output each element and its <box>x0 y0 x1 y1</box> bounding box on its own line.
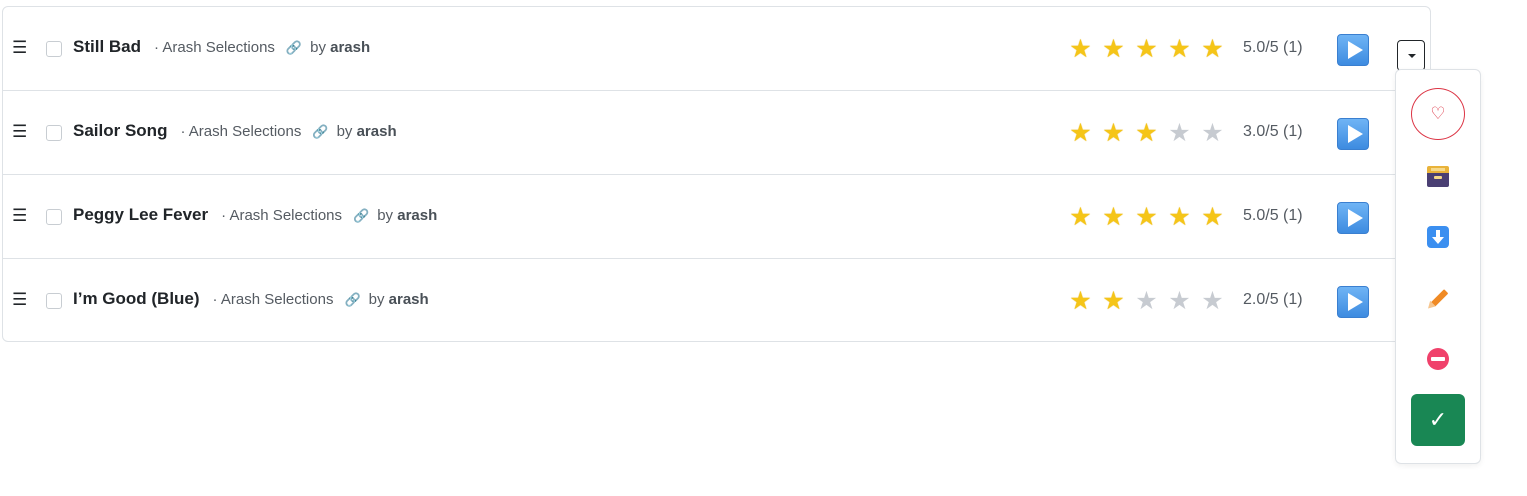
song-title[interactable]: Still Bad <box>73 37 141 57</box>
actions-dropdown-toggle[interactable] <box>1397 40 1425 71</box>
link-icon[interactable]: 🔗 <box>312 124 328 140</box>
song-author: by arash <box>377 207 437 224</box>
link-icon[interactable]: 🔗 <box>353 208 369 224</box>
song-row: ☰ Peggy Lee Fever · Arash Selections 🔗 b… <box>3 175 1430 259</box>
song-collection: · Arash Selections <box>180 123 302 140</box>
star-icon[interactable]: ★ <box>1064 203 1097 231</box>
star-icon[interactable]: ★ <box>1064 119 1097 147</box>
song-row: ☰ I’m Good (Blue) · Arash Selections 🔗 b… <box>3 259 1430 343</box>
song-row: ☰ Still Bad · Arash Selections 🔗 by aras… <box>3 7 1430 91</box>
by-prefix: by <box>336 123 353 140</box>
rating-text: 5.0/5 (1) <box>1243 39 1303 56</box>
done-button[interactable]: ✓ <box>1411 394 1465 446</box>
star-icon[interactable]: ★ <box>1130 203 1163 231</box>
song-author: by arash <box>337 123 397 140</box>
star-icon[interactable]: ★ <box>1130 287 1163 315</box>
favorite-button[interactable]: ♡ <box>1411 88 1465 140</box>
star-icon[interactable]: ★ <box>1097 287 1130 315</box>
row-checkbox[interactable] <box>46 209 62 225</box>
drag-handle-icon[interactable]: ☰ <box>12 122 27 142</box>
song-info: Peggy Lee Fever · Arash Selections 🔗 by … <box>73 205 437 225</box>
song-info: Still Bad · Arash Selections 🔗 by arash <box>73 37 370 57</box>
star-rating: ★ ★ ★ ★ ★ <box>1064 119 1229 147</box>
no-entry-icon <box>1427 348 1449 370</box>
song-collection: · Arash Selections <box>221 207 343 224</box>
edit-button[interactable] <box>1411 272 1465 324</box>
by-prefix: by <box>310 39 326 56</box>
star-rating: ★ ★ ★ ★ ★ <box>1064 203 1229 231</box>
song-author: by arash <box>310 39 370 56</box>
checkmark-icon: ✓ <box>1428 407 1448 432</box>
star-icon[interactable]: ★ <box>1097 119 1130 147</box>
download-arrow-icon <box>1427 226 1449 248</box>
song-row: ☰ Sailor Song · Arash Selections 🔗 by ar… <box>3 91 1430 175</box>
play-button[interactable] <box>1337 34 1369 66</box>
rating-text: 5.0/5 (1) <box>1243 207 1303 224</box>
star-icon[interactable]: ★ <box>1196 35 1229 63</box>
star-icon[interactable]: ★ <box>1130 35 1163 63</box>
row-checkbox[interactable] <box>46 293 62 309</box>
actions-dropdown-menu: ♡ ✓ <box>1395 69 1481 464</box>
author-name: arash <box>388 291 429 308</box>
star-icon[interactable]: ★ <box>1163 203 1196 231</box>
star-icon[interactable]: ★ <box>1097 203 1130 231</box>
link-icon[interactable]: 🔗 <box>344 292 360 308</box>
row-checkbox[interactable] <box>46 125 62 141</box>
play-button[interactable] <box>1337 202 1369 234</box>
song-collection: · Arash Selections <box>154 39 275 56</box>
author-name: arash <box>356 123 397 140</box>
drag-handle-icon[interactable]: ☰ <box>12 38 27 58</box>
star-icon[interactable]: ★ <box>1097 35 1130 63</box>
play-button[interactable] <box>1337 118 1369 150</box>
song-author: by arash <box>369 291 429 308</box>
author-name: arash <box>330 39 371 56</box>
song-title[interactable]: I’m Good (Blue) <box>73 289 200 309</box>
star-icon[interactable]: ★ <box>1196 119 1229 147</box>
star-icon[interactable]: ★ <box>1064 287 1097 315</box>
download-button[interactable] <box>1411 211 1465 263</box>
heart-icon: ♡ <box>1430 104 1446 123</box>
star-icon[interactable]: ★ <box>1163 35 1196 63</box>
drag-handle-icon[interactable]: ☰ <box>12 290 27 310</box>
by-prefix: by <box>368 291 385 308</box>
play-button[interactable] <box>1337 286 1369 318</box>
star-icon[interactable]: ★ <box>1130 119 1163 147</box>
remove-button[interactable] <box>1411 333 1465 385</box>
song-title[interactable]: Peggy Lee Fever <box>73 205 208 225</box>
song-info: Sailor Song · Arash Selections 🔗 by aras… <box>73 121 397 141</box>
star-icon[interactable]: ★ <box>1196 287 1229 315</box>
rating-text: 3.0/5 (1) <box>1243 123 1303 140</box>
star-icon[interactable]: ★ <box>1196 203 1229 231</box>
song-list: ☰ Still Bad · Arash Selections 🔗 by aras… <box>2 6 1431 342</box>
by-prefix: by <box>377 207 394 224</box>
row-checkbox[interactable] <box>46 41 62 57</box>
star-icon[interactable]: ★ <box>1163 287 1196 315</box>
star-rating: ★ ★ ★ ★ ★ <box>1064 35 1229 63</box>
song-info: I’m Good (Blue) · Arash Selections 🔗 by … <box>73 289 429 309</box>
rating-text: 2.0/5 (1) <box>1243 291 1303 308</box>
drag-handle-icon[interactable]: ☰ <box>12 206 27 226</box>
song-collection: · Arash Selections <box>212 291 334 308</box>
archive-button[interactable] <box>1411 150 1465 202</box>
archive-box-icon <box>1427 165 1449 187</box>
link-icon[interactable]: 🔗 <box>286 40 302 56</box>
star-rating: ★ ★ ★ ★ ★ <box>1064 287 1229 315</box>
star-icon[interactable]: ★ <box>1163 119 1196 147</box>
pencil-icon <box>1425 286 1450 312</box>
song-title[interactable]: Sailor Song <box>73 121 167 141</box>
author-name: arash <box>397 207 438 224</box>
star-icon[interactable]: ★ <box>1064 35 1097 63</box>
